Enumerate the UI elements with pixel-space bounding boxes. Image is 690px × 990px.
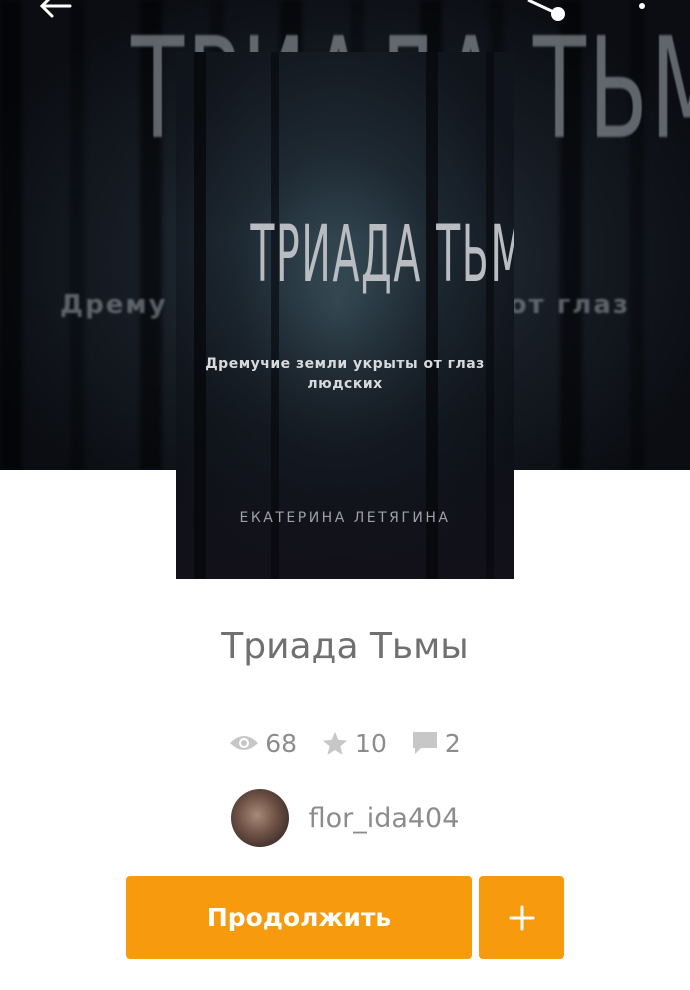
comments-stat: 2 bbox=[411, 729, 461, 758]
cover-subtitle: Дремучие земли укрыты от глаз людских bbox=[205, 356, 485, 392]
arrow-left-icon[interactable] bbox=[38, 0, 72, 18]
cover-forest bbox=[176, 52, 514, 579]
star-icon bbox=[322, 731, 348, 755]
book-cover[interactable]: ТРИАДА ТЬМЫ Дремучие земли укрыты от гла… bbox=[176, 52, 514, 579]
continue-button[interactable]: Продолжить bbox=[126, 876, 472, 959]
avatar[interactable] bbox=[230, 789, 289, 847]
share-icon[interactable] bbox=[520, 0, 570, 24]
views-count: 68 bbox=[265, 728, 298, 758]
stars-count: 10 bbox=[355, 728, 387, 758]
backdrop-subtitle-left: Дрему bbox=[60, 290, 168, 320]
comment-icon bbox=[412, 732, 437, 754]
author-name[interactable]: flor_ida404 bbox=[309, 803, 460, 834]
stars-stat: 10 bbox=[321, 729, 387, 758]
comments-count: 2 bbox=[444, 728, 461, 758]
add-to-library-button[interactable] bbox=[479, 876, 564, 959]
author-row[interactable]: flor_ida404 bbox=[0, 789, 690, 847]
more-vertical-icon[interactable] bbox=[634, 0, 650, 18]
backdrop-subtitle-right: от глаз bbox=[508, 290, 630, 320]
views-stat: 68 bbox=[229, 729, 297, 758]
eye-icon bbox=[230, 736, 259, 750]
plus-icon bbox=[509, 905, 534, 930]
cover-title: ТРИАДА ТЬМЫ bbox=[250, 210, 514, 300]
cover-author: ЕКАТЕРИНА ЛЕТЯГИНА bbox=[239, 510, 451, 526]
book-stats: 68 10 2 bbox=[0, 726, 690, 760]
book-title: Триада Тьмы bbox=[221, 626, 469, 667]
